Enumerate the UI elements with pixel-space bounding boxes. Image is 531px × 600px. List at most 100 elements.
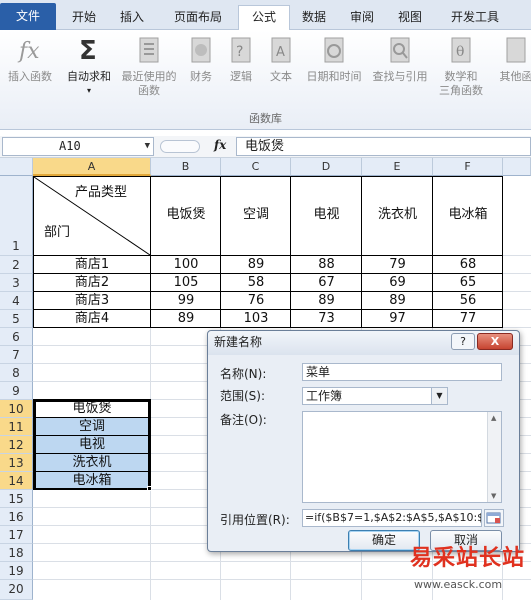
svg-text:fx: fx — [17, 39, 40, 64]
formula-input[interactable]: 电饭煲 — [236, 137, 531, 156]
list-item[interactable]: 洗衣机 — [34, 454, 150, 472]
list-item[interactable]: 电冰箱 — [34, 472, 150, 490]
row-header-16[interactable]: 16 — [0, 508, 33, 526]
chevron-down-icon[interactable]: ▼ — [145, 138, 150, 155]
scroll-up-icon[interactable]: ▲ — [491, 414, 496, 422]
select-all-corner[interactable] — [0, 158, 33, 176]
tab-insert[interactable]: 插入 — [110, 6, 154, 30]
row-header-7[interactable]: 7 — [0, 346, 33, 364]
list-item[interactable]: 空调 — [34, 418, 150, 436]
tab-data[interactable]: 数据 — [292, 6, 336, 30]
product-header-rice-cooker[interactable]: 电饭煲 — [151, 206, 221, 224]
row-header-11[interactable]: 11 — [0, 418, 33, 436]
row-header-13[interactable]: 13 — [0, 454, 33, 472]
value-cell[interactable]: 103 — [221, 310, 291, 328]
tab-page-layout[interactable]: 页面布局 — [160, 6, 236, 30]
value-cell[interactable]: 79 — [362, 256, 433, 274]
product-header-ac[interactable]: 空调 — [221, 206, 291, 224]
tab-view[interactable]: 视图 — [388, 6, 432, 30]
product-header-fridge[interactable]: 电冰箱 — [433, 206, 503, 224]
tab-review[interactable]: 审阅 — [340, 6, 384, 30]
value-cell[interactable]: 89 — [291, 292, 362, 310]
value-cell[interactable]: 56 — [433, 292, 503, 310]
close-button[interactable]: X — [477, 333, 513, 350]
autosum-button[interactable]: Σ 自动求和 ▾ — [62, 34, 116, 98]
store-name-cell[interactable]: 商店4 — [34, 310, 150, 328]
value-cell[interactable]: 89 — [151, 310, 221, 328]
store-name-cell[interactable]: 商店3 — [34, 292, 150, 310]
column-header-f[interactable]: F — [433, 158, 503, 176]
product-header-tv[interactable]: 电视 — [291, 206, 362, 224]
row-header-4[interactable]: 4 — [0, 292, 33, 310]
row-header-19[interactable]: 19 — [0, 562, 33, 580]
value-cell[interactable]: 73 — [291, 310, 362, 328]
list-item[interactable]: 电饭煲 — [34, 400, 150, 418]
header-product-type[interactable]: 产品类型 — [56, 184, 146, 202]
comment-textarea[interactable]: ▲ ▼ — [302, 411, 502, 503]
row-header-3[interactable]: 3 — [0, 274, 33, 292]
chevron-down-icon[interactable]: ▼ — [431, 388, 447, 404]
product-header-washer[interactable]: 洗衣机 — [362, 206, 433, 224]
value-cell[interactable]: 89 — [221, 256, 291, 274]
datetime-button[interactable]: 日期和时间 — [302, 34, 366, 84]
tab-file[interactable]: 文件 — [0, 3, 56, 30]
math-trig-button[interactable]: θ 数学和 三角函数 — [432, 34, 490, 98]
tab-formulas[interactable]: 公式 — [238, 5, 290, 30]
column-header-b[interactable]: B — [151, 158, 221, 176]
comment-scrollbar[interactable]: ▲ ▼ — [487, 412, 501, 502]
row-header-14[interactable]: 14 — [0, 472, 33, 490]
store-name-cell[interactable]: 商店1 — [34, 256, 150, 274]
row-header-15[interactable]: 15 — [0, 490, 33, 508]
value-cell[interactable]: 88 — [291, 256, 362, 274]
financial-button[interactable]: 财务 — [184, 34, 218, 84]
more-functions-button[interactable]: 其他函 — [492, 34, 531, 84]
name-input[interactable]: 菜单 — [302, 363, 502, 381]
insert-function-button[interactable]: fx 插入函数 — [4, 34, 56, 84]
column-header-d[interactable]: D — [291, 158, 362, 176]
scroll-down-icon[interactable]: ▼ — [491, 492, 496, 500]
scope-select[interactable]: 工作簿 ▼ — [302, 387, 448, 405]
refers-to-input[interactable]: =if($B$7=1,$A$2:$A$5,$A$10:$A$ — [302, 509, 482, 527]
fx-icon[interactable]: fx — [214, 138, 226, 152]
row-header-10[interactable]: 10 — [0, 400, 33, 418]
value-cell[interactable]: 89 — [362, 292, 433, 310]
recent-functions-label-2: 函数 — [138, 84, 160, 97]
value-cell[interactable]: 76 — [221, 292, 291, 310]
value-cell[interactable]: 105 — [151, 274, 221, 292]
list-item[interactable]: 电视 — [34, 436, 150, 454]
lookup-reference-button[interactable]: 查找与引用 — [368, 34, 432, 84]
value-cell[interactable]: 68 — [433, 256, 503, 274]
row-header-9[interactable]: 9 — [0, 382, 33, 400]
recent-functions-button[interactable]: 最近使用的 函数 — [118, 34, 180, 98]
range-picker-button[interactable] — [484, 509, 504, 527]
value-cell[interactable]: 97 — [362, 310, 433, 328]
column-header-g[interactable] — [503, 158, 531, 176]
tab-home[interactable]: 开始 — [62, 6, 106, 30]
row-header-12[interactable]: 12 — [0, 436, 33, 454]
header-department[interactable]: 部门 — [44, 224, 94, 242]
value-cell[interactable]: 69 — [362, 274, 433, 292]
value-cell[interactable]: 58 — [221, 274, 291, 292]
logical-button[interactable]: ? 逻辑 — [224, 34, 258, 84]
column-header-c[interactable]: C — [221, 158, 291, 176]
column-header-a[interactable]: A — [33, 158, 151, 176]
row-header-6[interactable]: 6 — [0, 328, 33, 346]
value-cell[interactable]: 99 — [151, 292, 221, 310]
row-header-1[interactable]: 1 — [0, 176, 33, 256]
value-cell[interactable]: 67 — [291, 274, 362, 292]
store-name-cell[interactable]: 商店2 — [34, 274, 150, 292]
value-cell[interactable]: 65 — [433, 274, 503, 292]
value-cell[interactable]: 100 — [151, 256, 221, 274]
row-header-5[interactable]: 5 — [0, 310, 33, 328]
value-cell[interactable]: 77 — [433, 310, 503, 328]
row-header-2[interactable]: 2 — [0, 256, 33, 274]
row-header-18[interactable]: 18 — [0, 544, 33, 562]
row-header-17[interactable]: 17 — [0, 526, 33, 544]
text-functions-button[interactable]: A 文本 — [264, 34, 298, 84]
name-box[interactable]: A10 ▼ — [2, 137, 154, 156]
column-header-e[interactable]: E — [362, 158, 433, 176]
row-header-8[interactable]: 8 — [0, 364, 33, 382]
help-button[interactable]: ? — [451, 333, 475, 350]
row-header-20[interactable]: 20 — [0, 580, 33, 600]
tab-developer[interactable]: 开发工具 — [440, 6, 510, 30]
